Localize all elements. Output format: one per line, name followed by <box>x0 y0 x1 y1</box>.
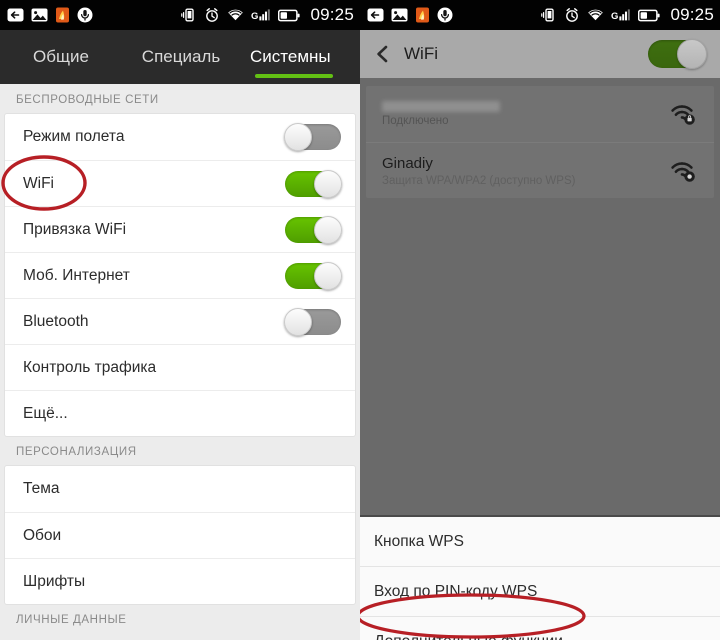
vibrate-icon <box>181 8 195 22</box>
signal-g-icon: G <box>611 9 631 22</box>
toggle-knob <box>284 123 312 151</box>
chevron-left-icon[interactable] <box>372 43 394 65</box>
back-arrow-icon <box>367 8 384 22</box>
tab-specialnye[interactable]: Специаль <box>122 30 240 84</box>
toggle-knob <box>314 261 342 290</box>
list-item-label: Моб. Интернет <box>23 266 130 284</box>
status-icons-right: G 09:25 <box>181 5 354 25</box>
svg-text:G: G <box>251 11 258 22</box>
menu-item-wps-pin[interactable]: Вход по PIN-коду WPS <box>360 567 720 617</box>
wifi-panel: G 09:25 WiFi Подключено Ginadiy Защита W… <box>360 0 720 640</box>
toggle-knob <box>314 215 342 244</box>
menu-item-additional-functions[interactable]: Дополнительные функции <box>360 617 720 640</box>
list-item-more[interactable]: Ещё... <box>5 390 355 436</box>
wifi-network-list: Подключено Ginadiy Защита WPA/WPA2 (дост… <box>366 86 714 198</box>
battery-icon <box>278 9 301 21</box>
list-item-label: Bluetooth <box>23 312 89 330</box>
toggle-bluetooth[interactable] <box>284 307 341 336</box>
wifi-secure-icon <box>671 105 695 125</box>
wifi-network-ssid <box>382 101 500 112</box>
list-item-wifi[interactable]: WiFi <box>5 160 355 206</box>
wifi-screen-body: WiFi Подключено Ginadiy Защита WPA/WPA2 … <box>360 30 720 640</box>
status-time: 09:25 <box>310 5 354 24</box>
list-item-wifi-tethering[interactable]: Привязка WiFi <box>5 206 355 252</box>
toggle-mobile-internet[interactable] <box>285 261 342 290</box>
status-bar-left: G 09:25 <box>0 0 360 30</box>
settings-tabbar: Общие Специаль Системны <box>0 30 360 84</box>
wifi-network-item-ginadiy[interactable]: Ginadiy Защита WPA/WPA2 (доступно WPS) <box>366 142 714 198</box>
menu-item-wps-button[interactable]: Кнопка WPS <box>360 517 720 567</box>
alarm-clock-icon <box>206 8 219 22</box>
screenshot-root: G 09:25 Общие Специаль Системны БЕСПРОВО… <box>0 0 720 640</box>
image-icon <box>391 8 408 22</box>
signal-g-icon: G <box>251 9 271 22</box>
list-item-label: Привязка WiFi <box>23 220 127 238</box>
section-header-wireless: БЕСПРОВОДНЫЕ СЕТИ <box>16 94 159 106</box>
settings-panel: G 09:25 Общие Специаль Системны БЕСПРОВО… <box>0 0 360 640</box>
wifi-network-text: Подключено <box>382 101 500 127</box>
wifi-network-item-connected[interactable]: Подключено <box>366 86 714 142</box>
app-icon <box>416 7 429 23</box>
list-item-fonts[interactable]: Шрифты <box>5 558 355 604</box>
list-item-label: Тема <box>23 480 60 497</box>
list-item-label: Ещё... <box>23 404 68 422</box>
vibrate-icon <box>541 8 555 22</box>
list-item-label: Режим полета <box>23 128 125 145</box>
wifi-icon <box>228 9 244 21</box>
wifi-secure-icon <box>671 161 695 182</box>
wifi-options-menu: Кнопка WPS Вход по PIN-коду WPS Дополнит… <box>360 515 720 640</box>
battery-icon <box>638 9 661 21</box>
list-item-traffic-control[interactable]: Контроль трафика <box>5 344 355 390</box>
list-item-bluetooth[interactable]: Bluetooth <box>5 298 355 344</box>
list-item-airplane-mode[interactable]: Режим полета <box>5 114 355 160</box>
status-icons-left <box>367 7 453 23</box>
settings-content: БЕСПРОВОДНЫЕ СЕТИ Режим полета WiFi Прив… <box>0 84 360 640</box>
section-header-personal-data: ЛИЧНЫЕ ДАННЫЕ <box>16 614 127 626</box>
toggle-wifi[interactable] <box>285 169 342 198</box>
wifi-network-text: Ginadiy Защита WPA/WPA2 (доступно WPS) <box>382 155 575 187</box>
wifi-network-ssid: Ginadiy <box>382 154 433 172</box>
section-header-personalization: ПЕРСОНАЛИЗАЦИЯ <box>16 446 137 458</box>
svg-text:G: G <box>611 11 618 22</box>
toggle-airplane-mode[interactable] <box>284 123 341 151</box>
microphone-icon <box>437 7 453 23</box>
toggle-knob <box>284 307 312 336</box>
settings-card-personalization: Тема Обои Шрифты <box>5 466 355 604</box>
alarm-clock-icon <box>566 8 579 22</box>
list-item-mobile-internet[interactable]: Моб. Интернет <box>5 252 355 298</box>
list-item-label: Контроль трафика <box>23 358 157 376</box>
app-icon <box>56 7 69 23</box>
list-item-label: Шрифты <box>23 572 86 590</box>
list-item-label: WiFi <box>23 174 54 192</box>
tab-obshchie[interactable]: Общие <box>0 30 122 84</box>
status-bar-right: G 09:25 <box>360 0 720 30</box>
status-time: 09:25 <box>670 5 714 24</box>
list-item-wallpaper[interactable]: Обои <box>5 512 355 558</box>
wifi-header: WiFi <box>360 30 720 78</box>
back-arrow-icon <box>7 8 24 22</box>
image-icon <box>31 8 48 22</box>
wifi-icon <box>588 9 604 21</box>
list-item-label: Обои <box>23 526 62 544</box>
status-icons-right: G 09:25 <box>541 5 714 25</box>
list-item-theme[interactable]: Тема <box>5 466 355 512</box>
tab-active-indicator <box>255 74 333 78</box>
wifi-network-status: Подключено <box>382 115 449 127</box>
wifi-page-title: WiFi <box>404 44 438 63</box>
status-icons-left <box>7 7 93 23</box>
settings-card-wireless: Режим полета WiFi Привязка WiFi Моб. Инт… <box>5 114 355 436</box>
toggle-knob <box>677 39 707 69</box>
toggle-wifi-tethering[interactable] <box>285 215 342 244</box>
microphone-icon <box>77 7 93 23</box>
toggle-wifi-master[interactable] <box>648 39 707 69</box>
toggle-knob <box>314 169 342 198</box>
wifi-network-security: Защита WPA/WPA2 (доступно WPS) <box>382 174 576 187</box>
